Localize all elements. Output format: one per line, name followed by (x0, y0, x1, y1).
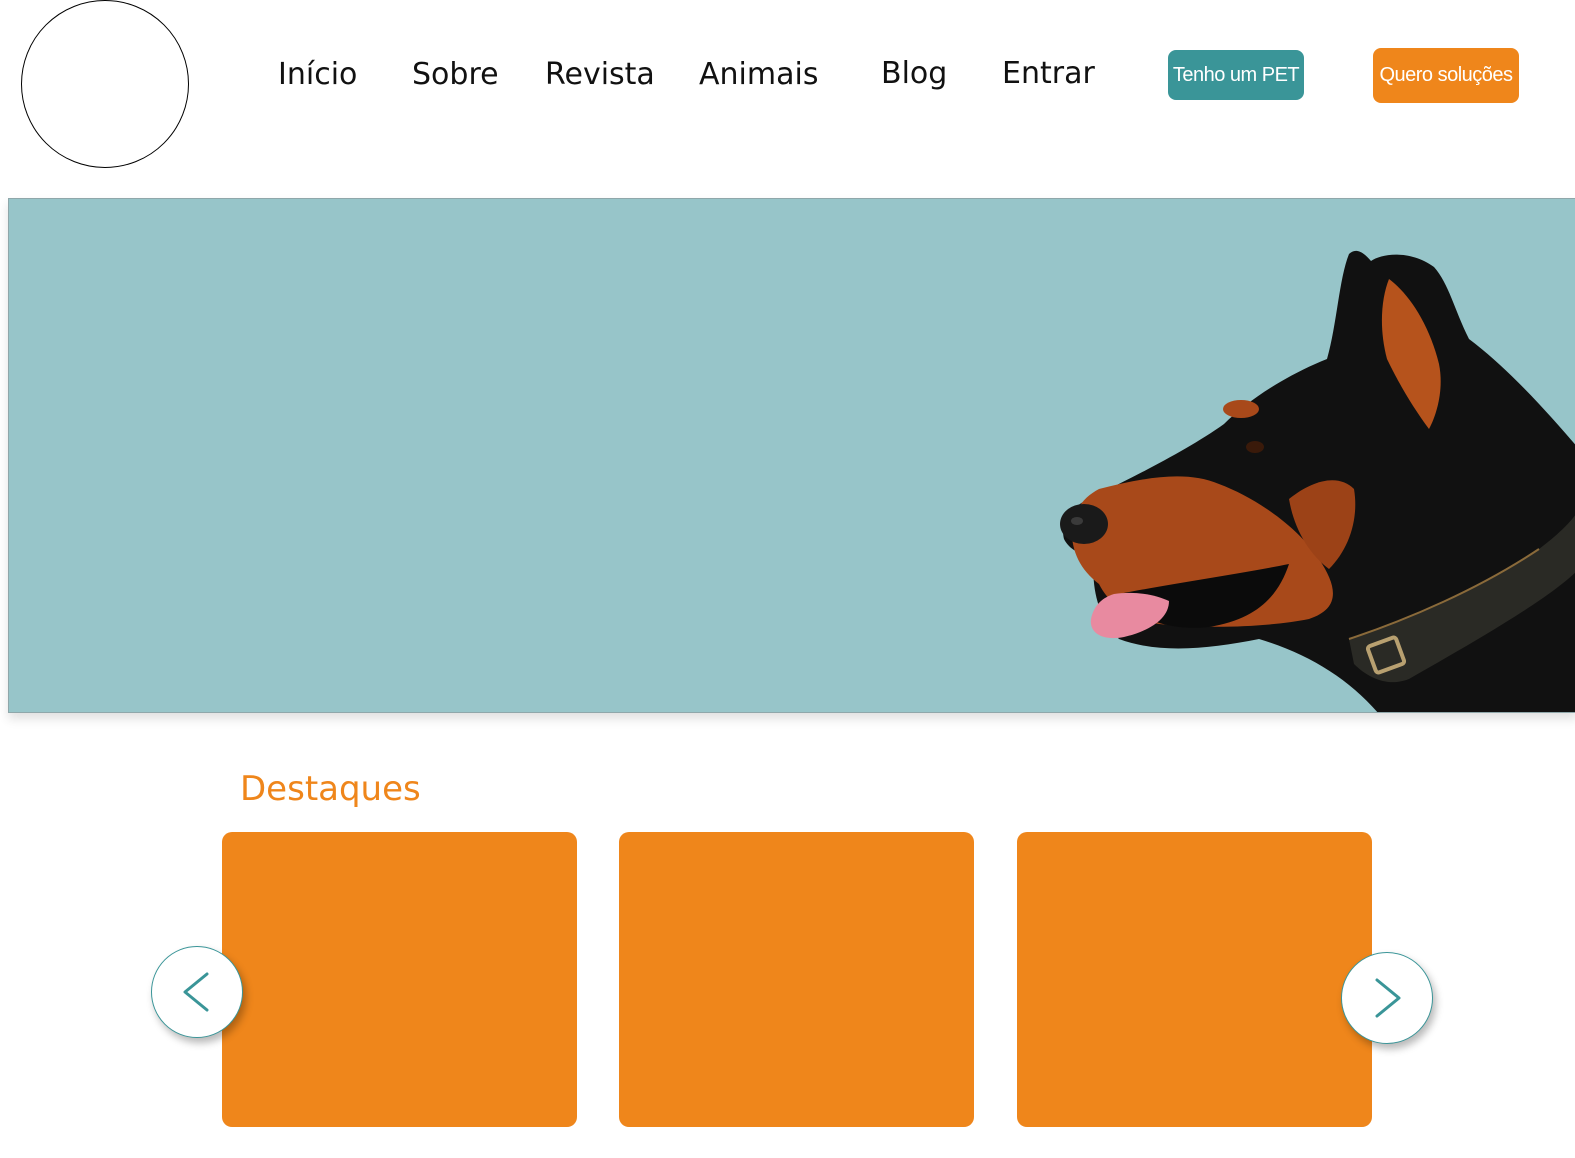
nav-link-revista[interactable]: Revista (545, 60, 655, 90)
carousel-prev-button[interactable] (151, 946, 243, 1038)
carousel-next-button[interactable] (1341, 952, 1433, 1044)
highlights-title: Destaques (240, 769, 421, 809)
chevron-right-icon (1375, 978, 1401, 1018)
highlight-card-1[interactable] (222, 832, 577, 1127)
nav-link-entrar[interactable]: Entrar (1002, 59, 1095, 89)
nav-link-blog[interactable]: Blog (881, 59, 947, 89)
logo-placeholder[interactable] (21, 0, 189, 168)
nav-link-sobre[interactable]: Sobre (412, 60, 499, 90)
highlight-card-2[interactable] (619, 832, 974, 1127)
pet-owner-button[interactable]: Tenho um PET (1168, 50, 1304, 100)
nav-link-inicio[interactable]: Início (278, 60, 357, 90)
nav-link-animais[interactable]: Animais (699, 60, 818, 90)
doberman-dog-image (1060, 250, 1575, 712)
chevron-left-icon (183, 972, 209, 1012)
solutions-button[interactable]: Quero soluções (1373, 48, 1519, 103)
highlight-card-3[interactable] (1017, 832, 1372, 1127)
hero-banner (8, 198, 1575, 713)
